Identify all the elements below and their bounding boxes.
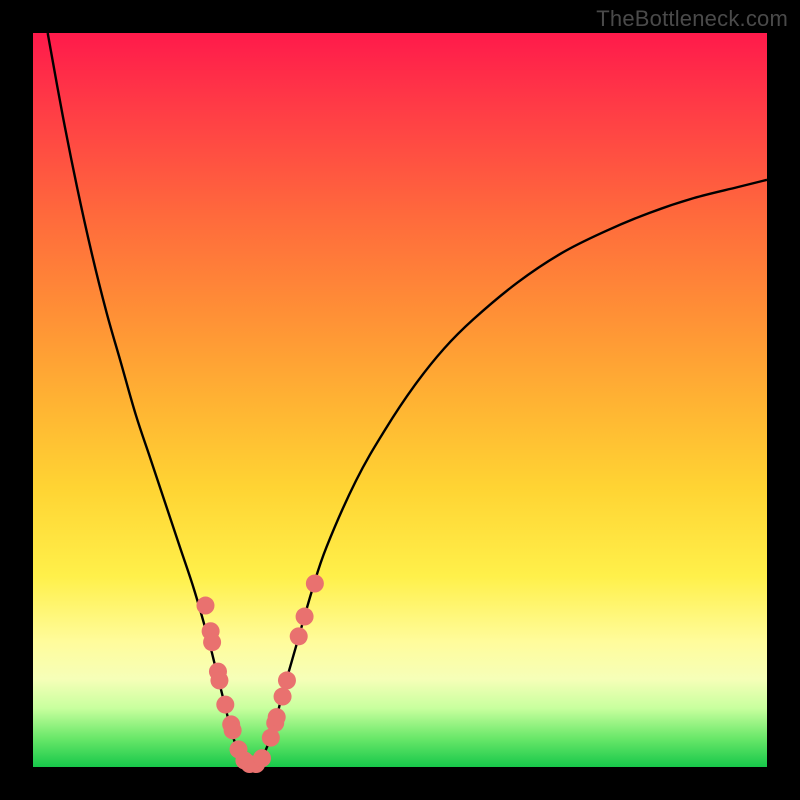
data-point	[224, 721, 242, 739]
data-point	[290, 627, 308, 645]
data-point	[306, 575, 324, 593]
data-point	[296, 608, 314, 626]
data-point	[210, 671, 228, 689]
data-point	[253, 749, 271, 767]
data-point	[196, 597, 214, 615]
data-point	[268, 708, 286, 726]
data-point	[203, 633, 221, 651]
outer-frame: TheBottleneck.com	[0, 0, 800, 800]
data-point	[274, 688, 292, 706]
curve-left-branch	[48, 33, 254, 767]
bottleneck-curve	[33, 33, 767, 767]
curve-markers	[196, 575, 323, 774]
data-point	[278, 671, 296, 689]
data-point	[216, 696, 234, 714]
watermark-text: TheBottleneck.com	[596, 6, 788, 32]
curve-right-branch	[253, 180, 767, 767]
